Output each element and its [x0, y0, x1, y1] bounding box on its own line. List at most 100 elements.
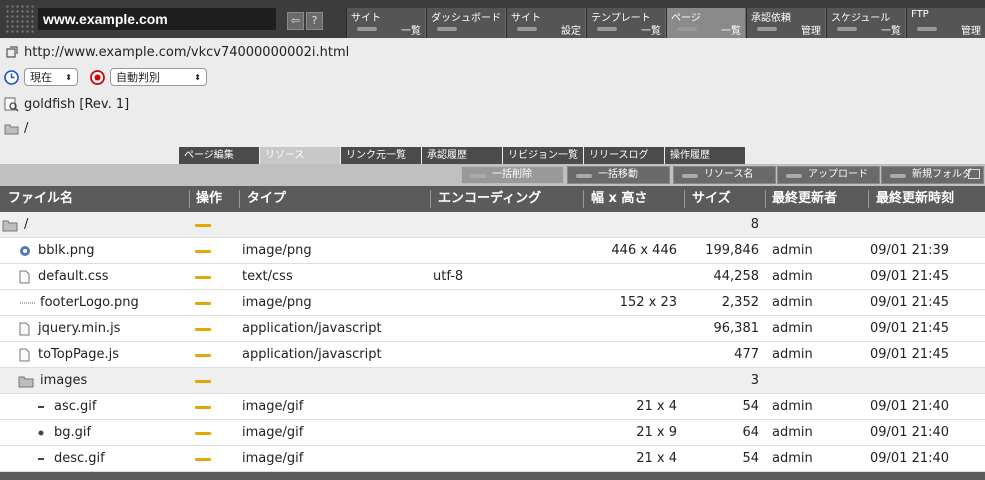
table-row[interactable]: footerLogo.png image/png 152 x 23 2,352 admi… — [0, 290, 985, 316]
nav-item-sublabel: 管理 — [961, 26, 981, 37]
action-button[interactable]: 新規フォルダ — [881, 166, 984, 184]
nav-item-sublabel: 一覧 — [641, 26, 661, 37]
top-bar: www.example.com ⇦ ? サイト 一覧 ダッシュボード サイト 設定… — [0, 0, 985, 38]
table-row[interactable]: images 3 — [0, 368, 985, 394]
file-dimensions: 21 x 4 — [636, 399, 677, 414]
nav-dash-icon — [757, 27, 777, 31]
file-updater: admin — [772, 321, 813, 336]
file-type: application/javascript — [242, 321, 382, 336]
file-updated-time: 09/01 21:45 — [870, 321, 950, 336]
operation-icon[interactable] — [195, 380, 211, 383]
file-size: 3 — [750, 373, 759, 388]
file-name[interactable]: default.css — [38, 264, 109, 290]
operation-icon[interactable] — [195, 458, 211, 461]
file-name[interactable]: images — [40, 368, 87, 394]
table-row[interactable]: /8 — [0, 212, 985, 238]
file-name[interactable]: footerLogo.png — [40, 290, 139, 316]
tab[interactable]: 操作履歴 — [665, 147, 745, 164]
time-select[interactable]: 現在 ⬍ — [24, 68, 78, 86]
column-separator — [583, 190, 584, 208]
operation-icon[interactable] — [195, 406, 211, 409]
column-header[interactable]: 操作 — [196, 186, 222, 212]
action-button[interactable]: 一括移動 — [567, 166, 670, 184]
action-button[interactable]: 一括削除 — [461, 166, 564, 184]
mode-select[interactable]: 自動判別 ⬍ — [110, 68, 207, 86]
tab[interactable]: ページ編集 — [179, 147, 259, 164]
column-header[interactable]: サイズ — [692, 186, 731, 212]
file-size: 477 — [734, 347, 759, 362]
version-row: 現在 ⬍ 自動判別 ⬍ — [4, 66, 207, 88]
column-header[interactable]: 最終更新時刻 — [876, 186, 954, 212]
table-row[interactable]: default.css text/css utf-8 44,258 admin 09/01… — [0, 264, 985, 290]
operation-icon[interactable] — [195, 224, 211, 227]
column-separator — [684, 190, 685, 208]
file-name[interactable]: jquery.min.js — [38, 316, 120, 342]
nav-item[interactable]: ページ 一覧 — [666, 8, 746, 38]
nav-item[interactable]: サイト 設定 — [506, 8, 586, 38]
column-header[interactable]: 幅 x 高さ — [591, 186, 647, 212]
table-row[interactable]: bg.gif image/gif 21 x 9 64 admin 09/01 21:40 — [0, 420, 985, 446]
nav-dash-icon — [357, 27, 377, 31]
action-button[interactable]: アップロード — [777, 166, 880, 184]
action-label: 一括移動 — [598, 169, 638, 180]
file-icon — [34, 400, 48, 414]
action-button[interactable]: リソース名 — [673, 166, 776, 184]
tab[interactable]: リリースログ — [584, 147, 664, 164]
tab[interactable]: リンク元一覧 — [341, 147, 421, 164]
column-header[interactable]: 最終更新者 — [772, 186, 837, 212]
file-name[interactable]: bblk.png — [38, 238, 95, 264]
table-row[interactable]: toTopPage.js application/javascript 477 adm… — [0, 342, 985, 368]
column-separator — [239, 190, 240, 208]
file-size: 64 — [742, 425, 759, 440]
nav-item[interactable]: テンプレート 一覧 — [586, 8, 666, 38]
table-row[interactable]: desc.gif image/gif 21 x 4 54 admin 09/01 21:4… — [0, 446, 985, 472]
nav-item[interactable]: ダッシュボード — [426, 8, 506, 38]
file-icon — [18, 270, 31, 284]
table-row[interactable]: jquery.min.js application/javascript 96,38… — [0, 316, 985, 342]
file-name[interactable]: asc.gif — [54, 394, 96, 420]
nav-item-sublabel: 一覧 — [881, 26, 901, 37]
column-header[interactable]: エンコーディング — [438, 186, 541, 212]
nav-item-sublabel: 一覧 — [401, 26, 421, 37]
operation-icon[interactable] — [195, 302, 211, 305]
page-row: goldfish [Rev. 1] — [4, 93, 129, 115]
page-url[interactable]: http://www.example.com/vkcv74000000002i.… — [24, 45, 349, 60]
nav-item[interactable]: 承認依頼 管理 — [746, 8, 826, 38]
column-header[interactable]: ファイル名 — [8, 186, 73, 212]
nav-dash-icon — [517, 27, 537, 31]
column-header[interactable]: タイプ — [247, 186, 286, 212]
back-icon[interactable]: ⇦ — [287, 12, 304, 30]
tab[interactable]: リソース — [260, 147, 340, 164]
operation-icon[interactable] — [195, 276, 211, 279]
nav-item[interactable]: FTP 管理 — [906, 8, 985, 38]
tab[interactable]: リビジョン一覧 — [503, 147, 583, 164]
file-updated-time: 09/01 21:39 — [870, 243, 950, 258]
operation-icon[interactable] — [195, 354, 211, 357]
link-icon — [4, 45, 19, 60]
file-updated-time: 09/01 21:40 — [870, 425, 950, 440]
file-name[interactable]: toTopPage.js — [38, 342, 119, 368]
file-name[interactable]: desc.gif — [54, 446, 105, 472]
site-title: www.example.com — [38, 8, 276, 30]
nav-item[interactable]: サイト 一覧 — [346, 8, 426, 38]
file-name[interactable]: / — [24, 212, 28, 238]
operation-icon[interactable] — [195, 432, 211, 435]
table-row[interactable]: asc.gif image/gif 21 x 4 54 admin 09/01 21:40 — [0, 394, 985, 420]
nav-item[interactable]: スケジュール 一覧 — [826, 8, 906, 38]
folder-icon — [2, 218, 18, 232]
nav-dash-icon — [437, 27, 457, 31]
select-arrows-icon: ⬍ — [65, 72, 72, 82]
file-name[interactable]: bg.gif — [54, 420, 91, 446]
help-button[interactable]: ? — [306, 12, 323, 30]
file-dimensions: 446 x 446 — [611, 243, 677, 258]
page-search-icon — [4, 97, 19, 112]
url-row: http://www.example.com/vkcv74000000002i.… — [4, 41, 349, 63]
operation-icon[interactable] — [195, 250, 211, 253]
tab[interactable]: 承認履歴 — [422, 147, 502, 164]
file-encoding: utf-8 — [433, 269, 464, 284]
folder-icon — [18, 374, 34, 388]
file-icon — [18, 244, 32, 258]
operation-icon[interactable] — [195, 328, 211, 331]
file-updater: admin — [772, 399, 813, 414]
table-row[interactable]: bblk.png image/png 446 x 446 199,846 admin 09… — [0, 238, 985, 264]
